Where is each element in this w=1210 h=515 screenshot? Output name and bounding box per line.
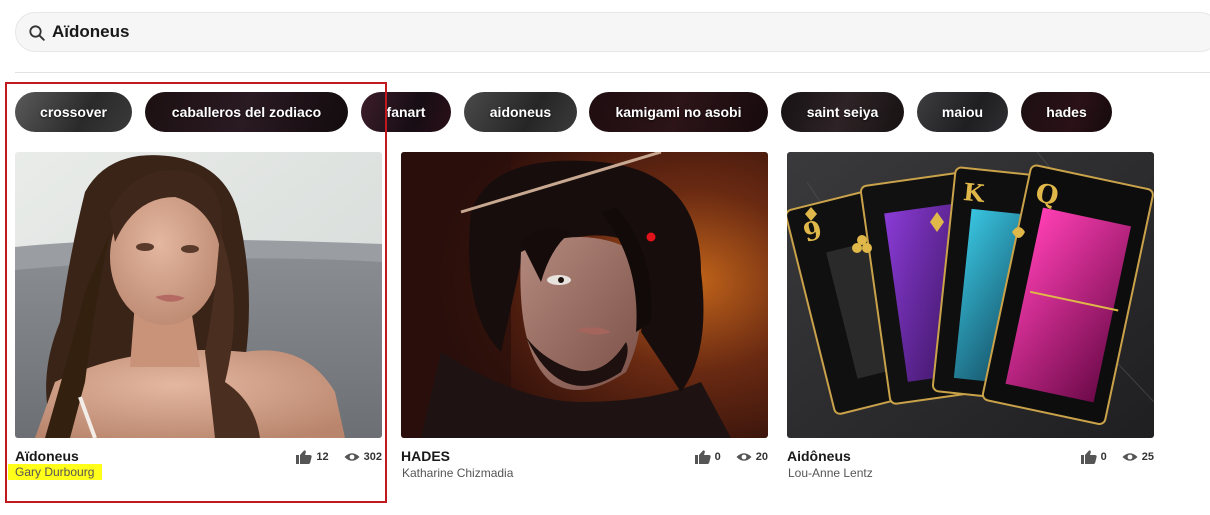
tag-fanart[interactable]: fanart bbox=[361, 92, 451, 132]
tag-list: crossover caballeros del zodiaco fanart … bbox=[15, 92, 1210, 132]
like-count: 12 bbox=[316, 451, 329, 463]
project-thumbnail[interactable] bbox=[15, 152, 382, 438]
search-input[interactable] bbox=[52, 13, 1152, 51]
project-card: 9 K Q Aidôneus Lou-Anne Lentz 0 25 bbox=[787, 152, 1154, 480]
eye-icon bbox=[736, 453, 752, 461]
tag-caballeros-del-zodiaco[interactable]: caballeros del zodiaco bbox=[145, 92, 348, 132]
eye-icon bbox=[1122, 453, 1138, 461]
portrait-image bbox=[15, 152, 382, 438]
project-stats: 0 20 bbox=[694, 450, 768, 464]
project-stats: 12 302 bbox=[296, 450, 382, 464]
search-icon bbox=[29, 25, 45, 41]
search-bar[interactable] bbox=[15, 12, 1210, 52]
project-title[interactable]: Aidôneus bbox=[787, 448, 851, 464]
tag-kamigami-no-asobi[interactable]: kamigami no asobi bbox=[589, 92, 768, 132]
project-author[interactable]: Lou-Anne Lentz bbox=[787, 466, 874, 480]
project-card: Aïdoneus Gary Durbourg 12 302 bbox=[8, 152, 382, 480]
tag-saint-seiya[interactable]: saint seiya bbox=[781, 92, 904, 132]
project-thumbnail[interactable] bbox=[401, 152, 768, 438]
eye-icon bbox=[344, 453, 360, 461]
tag-crossover[interactable]: crossover bbox=[15, 92, 132, 132]
project-card: HADES Katharine Chizmadia 0 20 bbox=[401, 152, 768, 480]
thumbs-up-icon bbox=[1080, 450, 1097, 464]
project-author[interactable]: Katharine Chizmadia bbox=[401, 466, 514, 480]
like-count: 0 bbox=[714, 451, 721, 463]
like-count: 0 bbox=[1100, 451, 1107, 463]
playing-cards-image: 9 K Q bbox=[787, 152, 1154, 438]
view-count: 302 bbox=[363, 451, 382, 463]
painted-man-image bbox=[401, 152, 768, 438]
svg-text:K: K bbox=[962, 177, 987, 208]
project-title[interactable]: HADES bbox=[401, 448, 450, 464]
project-author[interactable]: Gary Durbourg bbox=[8, 464, 103, 480]
project-stats: 0 25 bbox=[1080, 450, 1154, 464]
tag-maiou[interactable]: maiou bbox=[917, 92, 1008, 132]
project-title[interactable]: Aïdoneus bbox=[15, 448, 79, 464]
tag-aidoneus[interactable]: aidoneus bbox=[464, 92, 577, 132]
project-thumbnail[interactable]: 9 K Q bbox=[787, 152, 1154, 438]
thumbs-up-icon bbox=[694, 450, 711, 464]
thumbs-up-icon bbox=[296, 450, 313, 464]
view-count: 20 bbox=[755, 451, 768, 463]
view-count: 25 bbox=[1141, 451, 1154, 463]
tag-hades[interactable]: hades bbox=[1021, 92, 1112, 132]
divider bbox=[15, 72, 1210, 73]
